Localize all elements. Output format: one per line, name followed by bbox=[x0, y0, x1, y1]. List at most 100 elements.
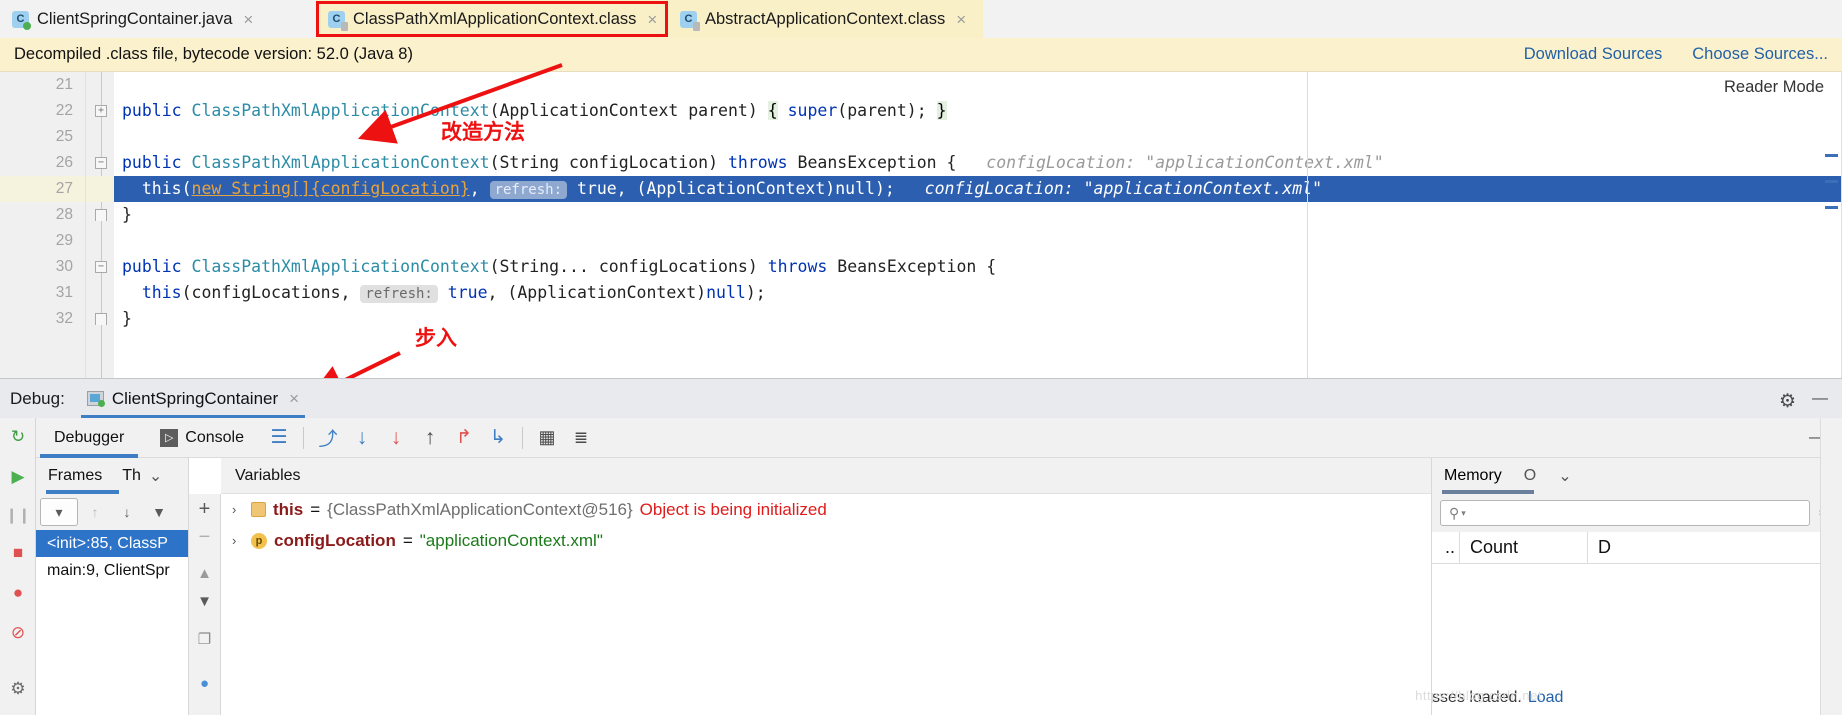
close-icon[interactable]: × bbox=[286, 390, 299, 407]
code-line[interactable]: public ClassPathXmlApplicationContext(St… bbox=[114, 254, 1842, 280]
more-button[interactable]: ● bbox=[191, 670, 219, 696]
fold-cell[interactable]: − bbox=[86, 150, 114, 176]
reader-mode-label[interactable]: Reader Mode bbox=[1724, 78, 1824, 97]
code-line[interactable]: public ClassPathXmlApplicationContext(St… bbox=[114, 150, 1842, 176]
code-line[interactable]: public ClassPathXmlApplicationContext(Ap… bbox=[114, 98, 1842, 124]
code-text-area[interactable]: public ClassPathXmlApplicationContext (Ap… bbox=[114, 72, 1842, 378]
variable-row-configlocation[interactable]: › p configLocation = "applicationContext… bbox=[221, 525, 1431, 556]
step-out-icon[interactable]: ↑ bbox=[413, 418, 447, 458]
code-line[interactable] bbox=[114, 72, 1842, 98]
frames-up-button[interactable]: ↑ bbox=[80, 498, 110, 526]
tab-overhead[interactable]: O bbox=[1524, 467, 1536, 485]
fold-collapse-icon[interactable] bbox=[95, 209, 107, 221]
code-token: true bbox=[447, 283, 488, 302]
fold-cell[interactable] bbox=[86, 202, 114, 228]
line-number-label: 21 bbox=[55, 76, 73, 93]
code-line[interactable]: } bbox=[114, 202, 1842, 228]
force-step-into-icon[interactable]: ↱ bbox=[447, 418, 481, 458]
gear-icon[interactable]: ⚙ bbox=[1779, 390, 1796, 413]
remove-watch-button[interactable]: − bbox=[191, 524, 219, 550]
code-line[interactable] bbox=[114, 228, 1842, 254]
copy-button[interactable]: ❐ bbox=[191, 626, 219, 652]
memory-column-class[interactable]: .. bbox=[1432, 531, 1460, 564]
chevron-down-icon[interactable]: ⌄ bbox=[141, 466, 162, 486]
idea-window: C ClientSpringContainer.java × C ClassPa… bbox=[0, 0, 1842, 715]
tab-console[interactable]: ▷ Console bbox=[142, 418, 262, 458]
fold-expand-icon[interactable]: + bbox=[95, 105, 107, 117]
code-token: } bbox=[122, 205, 132, 224]
line-number-label: 26 bbox=[55, 154, 73, 171]
memory-column-diff[interactable]: D bbox=[1588, 532, 1842, 564]
settings-icon[interactable]: ≣ bbox=[564, 418, 598, 458]
tab-memory[interactable]: Memory bbox=[1444, 467, 1502, 485]
choose-sources-link[interactable]: Choose Sources... bbox=[1692, 45, 1828, 64]
close-icon[interactable]: × bbox=[644, 11, 657, 28]
frame-list-item[interactable]: <init>:85, ClassP bbox=[36, 530, 188, 557]
variable-row-this[interactable]: › this = {ClassPathXmlApplicationContext… bbox=[221, 494, 1431, 525]
debug-side-toolbar[interactable]: ↻ ▶ ❙❙ ■ ● ⊘ ⚙ bbox=[0, 418, 36, 715]
parameter-hint: refresh: bbox=[489, 181, 568, 199]
code-line[interactable] bbox=[114, 124, 1842, 150]
editor-tab-classpathxmlapplicationcontext[interactable]: C ClassPathXmlApplicationContext.class × bbox=[316, 0, 668, 38]
close-icon[interactable]: × bbox=[240, 11, 253, 28]
fold-collapse-icon[interactable] bbox=[95, 313, 107, 325]
frames-list[interactable]: <init>:85, ClassP main:9, ClientSpr bbox=[36, 530, 189, 715]
memory-search-row: ⚲ ▾ ⚙ bbox=[1432, 494, 1842, 532]
rerun-button[interactable]: ↻ bbox=[0, 418, 36, 456]
code-editor[interactable]: 21 22 25 26 27 28 29 30 31 32 + − − public ClassPat… bbox=[0, 72, 1842, 378]
chevron-right-icon[interactable]: › bbox=[232, 533, 244, 548]
editor-tab-client-spring-container[interactable]: C ClientSpringContainer.java × bbox=[0, 0, 316, 38]
layout-settings-icon[interactable]: ☰ bbox=[262, 418, 296, 458]
thread-selector[interactable]: ▾ bbox=[40, 498, 78, 526]
scrollbar-marker bbox=[1825, 154, 1838, 157]
tab-threads[interactable]: Th bbox=[102, 467, 141, 485]
evaluate-expression-icon[interactable]: ▦ bbox=[530, 418, 564, 458]
fold-collapse-icon[interactable]: − bbox=[95, 157, 107, 169]
fold-cell[interactable] bbox=[86, 306, 114, 332]
code-folding-column[interactable]: + − − bbox=[86, 72, 114, 378]
memory-column-count[interactable]: Count bbox=[1460, 531, 1588, 564]
step-over-icon[interactable]: ↓ bbox=[345, 418, 379, 458]
search-input[interactable]: ⚲ ▾ bbox=[1440, 500, 1810, 526]
show-execution-point-icon[interactable]: ⤴ bbox=[311, 418, 345, 458]
code-token: null bbox=[706, 283, 746, 302]
add-watch-button[interactable]: + bbox=[191, 496, 219, 522]
line-number: 31 bbox=[0, 280, 85, 306]
minimize-icon[interactable]: — bbox=[1812, 390, 1828, 408]
frames-down-button[interactable]: ↓ bbox=[112, 498, 142, 526]
editor-tab-label: ClassPathXmlApplicationContext.class bbox=[353, 9, 637, 28]
debug-session-tab[interactable]: ClientSpringContainer × bbox=[77, 379, 309, 419]
scroll-down-button[interactable]: ▼ bbox=[191, 588, 219, 614]
step-into-icon[interactable]: ↓ bbox=[379, 418, 413, 458]
tab-frames[interactable]: Frames bbox=[36, 467, 102, 485]
frames-filter-button[interactable]: ▼ bbox=[144, 498, 174, 526]
scroll-up-button[interactable]: ▲ bbox=[191, 560, 219, 586]
mute-breakpoints-button[interactable]: ⊘ bbox=[0, 614, 36, 652]
settings-button[interactable]: ⚙ bbox=[0, 670, 36, 708]
run-to-cursor-icon[interactable]: ↳ bbox=[481, 418, 515, 458]
code-line[interactable]: } bbox=[114, 306, 1842, 332]
download-sources-link[interactable]: Download Sources bbox=[1524, 45, 1663, 64]
code-line[interactable]: this(new String[]{configLocation}, refre… bbox=[114, 176, 1842, 202]
line-number: 26 bbox=[0, 150, 85, 176]
tab-debugger[interactable]: Debugger bbox=[36, 418, 142, 458]
chevron-down-icon[interactable]: ⌄ bbox=[1558, 466, 1571, 486]
chevron-right-icon[interactable]: › bbox=[232, 502, 244, 517]
close-icon[interactable]: × bbox=[953, 11, 966, 28]
variables-tree[interactable]: › this = {ClassPathXmlApplicationContext… bbox=[221, 494, 1431, 715]
chevron-down-icon[interactable]: ▾ bbox=[1459, 508, 1466, 519]
fold-cell bbox=[86, 124, 114, 150]
pause-program-button[interactable]: ❙❙ bbox=[0, 496, 36, 534]
fold-cell[interactable]: − bbox=[86, 254, 114, 280]
fold-collapse-icon[interactable]: − bbox=[95, 261, 107, 273]
stop-button[interactable]: ■ bbox=[0, 534, 36, 572]
resume-program-button[interactable]: ▶ bbox=[0, 458, 36, 496]
code-line[interactable]: this(configLocations, refresh: true, (Ap… bbox=[114, 280, 1842, 306]
frames-toolbar: ▾ ↑ ↓ ▼ bbox=[36, 494, 189, 530]
view-breakpoints-button[interactable]: ● bbox=[0, 574, 36, 612]
editor-tab-abstractapplicationcontext[interactable]: C AbstractApplicationContext.class × bbox=[668, 0, 983, 38]
frame-list-item[interactable]: main:9, ClientSpr bbox=[36, 557, 188, 584]
fold-cell[interactable]: + bbox=[86, 98, 114, 124]
line-number: 29 bbox=[0, 228, 85, 254]
variable-name: configLocation bbox=[274, 530, 396, 550]
